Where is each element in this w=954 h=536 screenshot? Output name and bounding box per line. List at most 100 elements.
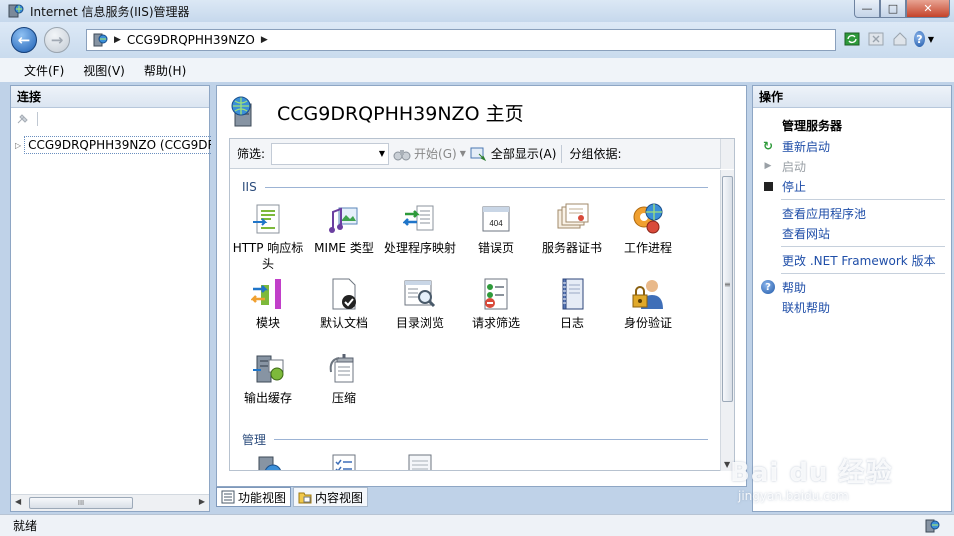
- feature-management-1[interactable]: [230, 453, 306, 470]
- breadcrumb-separator-icon[interactable]: ▶: [261, 35, 268, 45]
- filter-input[interactable]: ▼: [271, 142, 390, 165]
- feature-authentication[interactable]: 身份验证: [610, 277, 686, 331]
- connections-pane: 连接 ▷ CCG9DRQPHH39NZO (CCG9DRQPHH39NZO\Ad…: [10, 85, 211, 512]
- actions-header: 操作: [753, 86, 951, 108]
- worker-processes-icon: [633, 203, 663, 234]
- home-icon: [893, 32, 907, 46]
- vertical-scrollbar[interactable]: ≡ ▼: [720, 170, 734, 471]
- group-by-label[interactable]: 分组依据:: [569, 145, 621, 162]
- blank-icon: [761, 206, 775, 220]
- view-tabs: 功能视图 内容视图: [216, 487, 369, 509]
- menu-view[interactable]: 视图(V): [83, 62, 125, 79]
- connections-toolbar: [11, 108, 209, 130]
- forward-button[interactable]: →: [44, 27, 70, 53]
- minimize-icon: —: [861, 2, 873, 15]
- scroll-thumb[interactable]: III: [29, 497, 133, 509]
- scroll-left-icon[interactable]: ◀: [15, 497, 21, 506]
- action-label[interactable]: 查看网站: [782, 225, 830, 242]
- feature-handler-mappings[interactable]: 处理程序映射: [382, 202, 458, 256]
- feature-modules[interactable]: 模块: [230, 277, 306, 331]
- menu-help[interactable]: 帮助(H): [144, 62, 186, 79]
- action-label[interactable]: 停止: [782, 178, 806, 195]
- feature-management-2[interactable]: [306, 453, 382, 470]
- scroll-up-button[interactable]: [720, 139, 734, 169]
- home-button[interactable]: [890, 30, 910, 48]
- page-title: CCG9DRQPHH39NZO 主页: [277, 102, 524, 125]
- maximize-button[interactable]: □: [880, 0, 906, 18]
- feature-output-caching[interactable]: 输出缓存: [230, 352, 306, 406]
- tree-item-label[interactable]: CCG9DRQPHH39NZO (CCG9DRQPHH39NZO\Adminis…: [24, 136, 211, 154]
- toolbar-divider: [37, 112, 38, 126]
- action-stop[interactable]: 停止: [753, 176, 951, 196]
- horizontal-scrollbar[interactable]: ◀ III ▶: [11, 494, 209, 511]
- compression-icon: [329, 354, 354, 383]
- scroll-thumb[interactable]: [722, 176, 733, 402]
- feature-management-3[interactable]: [382, 453, 458, 470]
- feature-logging[interactable]: 日志: [534, 277, 610, 331]
- scroll-right-icon[interactable]: ▶: [199, 497, 205, 506]
- chevron-down-icon[interactable]: ▼: [379, 149, 385, 158]
- breadcrumb-item-server[interactable]: CCG9DRQPHH39NZO: [127, 33, 255, 47]
- connect-icon[interactable]: [15, 111, 31, 127]
- action-view-sites[interactable]: 查看网站: [753, 223, 951, 243]
- feature-http-headers[interactable]: HTTP 响应标头: [230, 202, 306, 272]
- feature-worker-processes[interactable]: 工作进程: [610, 202, 686, 256]
- actions-pane: 操作 管理服务器 ↻ 重新启动 ▶ 启动 停止 查看应用程序池 查看网站 更改 …: [752, 85, 952, 512]
- feature-compression[interactable]: 压缩: [306, 352, 382, 406]
- action-help[interactable]: ? 帮助: [753, 277, 951, 297]
- address-bar: ← → ▶ CCG9DRQPHH39NZO ▶ ? ▼: [0, 22, 954, 58]
- feature-request-filtering[interactable]: 请求筛选: [458, 277, 534, 331]
- menu-bar: 文件(F) 视图(V) 帮助(H): [0, 58, 954, 82]
- directory-browsing-icon: [404, 280, 436, 308]
- close-button[interactable]: ✕: [906, 0, 950, 18]
- stop-button[interactable]: [866, 30, 886, 48]
- server-icon: [93, 33, 108, 47]
- action-view-app-pools[interactable]: 查看应用程序池: [753, 203, 951, 223]
- scroll-down-icon[interactable]: ▼: [724, 460, 730, 469]
- tab-features-view[interactable]: 功能视图: [216, 487, 292, 507]
- scroll-grip-icon: ≡: [724, 280, 731, 289]
- back-button[interactable]: ←: [11, 27, 37, 53]
- close-icon: ✕: [923, 2, 933, 15]
- show-all-button[interactable]: 全部显示(A): [470, 145, 556, 162]
- feature-label: 压缩: [331, 391, 356, 405]
- feature-label: 日志: [559, 316, 584, 330]
- feature-default-document[interactable]: 默认文档: [306, 277, 382, 331]
- feature-server-certificates[interactable]: 服务器证书: [534, 202, 610, 256]
- logging-icon: [562, 278, 584, 310]
- action-online-help[interactable]: 联机帮助: [753, 297, 951, 317]
- chevron-down-icon: ▼: [459, 149, 466, 158]
- tab-content-view[interactable]: 内容视图: [293, 487, 369, 507]
- expand-icon[interactable]: ▷: [15, 141, 21, 150]
- help-button[interactable]: ? ▼: [914, 30, 934, 48]
- action-label[interactable]: 更改 .NET Framework 版本: [782, 252, 936, 269]
- feature-list: 筛选: ▼ 开始(G) ▼ 全部显示(A) 分组依据: IIS HTTP 响应标…: [229, 138, 735, 471]
- menu-file[interactable]: 文件(F): [24, 62, 64, 79]
- restart-icon: ↻: [762, 139, 774, 153]
- maximize-icon: □: [887, 2, 899, 15]
- manage-server-heading: 管理服务器: [782, 119, 843, 133]
- start-filter-button[interactable]: 开始(G) ▼: [393, 145, 466, 162]
- feature-label: 请求筛选: [471, 316, 520, 330]
- feature-label: MIME 类型: [314, 241, 374, 255]
- action-change-net-framework[interactable]: 更改 .NET Framework 版本: [753, 250, 951, 270]
- status-bar: 就绪: [0, 514, 954, 536]
- action-label[interactable]: 启动: [782, 158, 806, 175]
- action-start[interactable]: ▶ 启动: [753, 156, 951, 176]
- section-divider: [264, 186, 708, 188]
- tree-item-server[interactable]: ▷ CCG9DRQPHH39NZO (CCG9DRQPHH39NZO\Admin…: [15, 136, 211, 154]
- breadcrumb[interactable]: ▶ CCG9DRQPHH39NZO ▶: [86, 29, 836, 51]
- filter-toolbar: 筛选: ▼ 开始(G) ▼ 全部显示(A) 分组依据:: [230, 139, 734, 169]
- action-label[interactable]: 查看应用程序池: [782, 205, 866, 222]
- feature-error-pages[interactable]: 404 错误页: [458, 202, 534, 256]
- help-icon: ?: [761, 280, 775, 294]
- feature-directory-browsing[interactable]: 目录浏览: [382, 277, 458, 331]
- minimize-button[interactable]: —: [854, 0, 880, 18]
- action-label[interactable]: 重新启动: [782, 138, 830, 155]
- feature-mime-types[interactable]: MIME 类型: [306, 202, 382, 256]
- action-label[interactable]: 帮助: [782, 279, 806, 296]
- action-label[interactable]: 联机帮助: [782, 299, 830, 316]
- action-restart[interactable]: ↻ 重新启动: [753, 136, 951, 156]
- refresh-button[interactable]: [842, 30, 862, 48]
- feature-label: 模块: [255, 316, 280, 330]
